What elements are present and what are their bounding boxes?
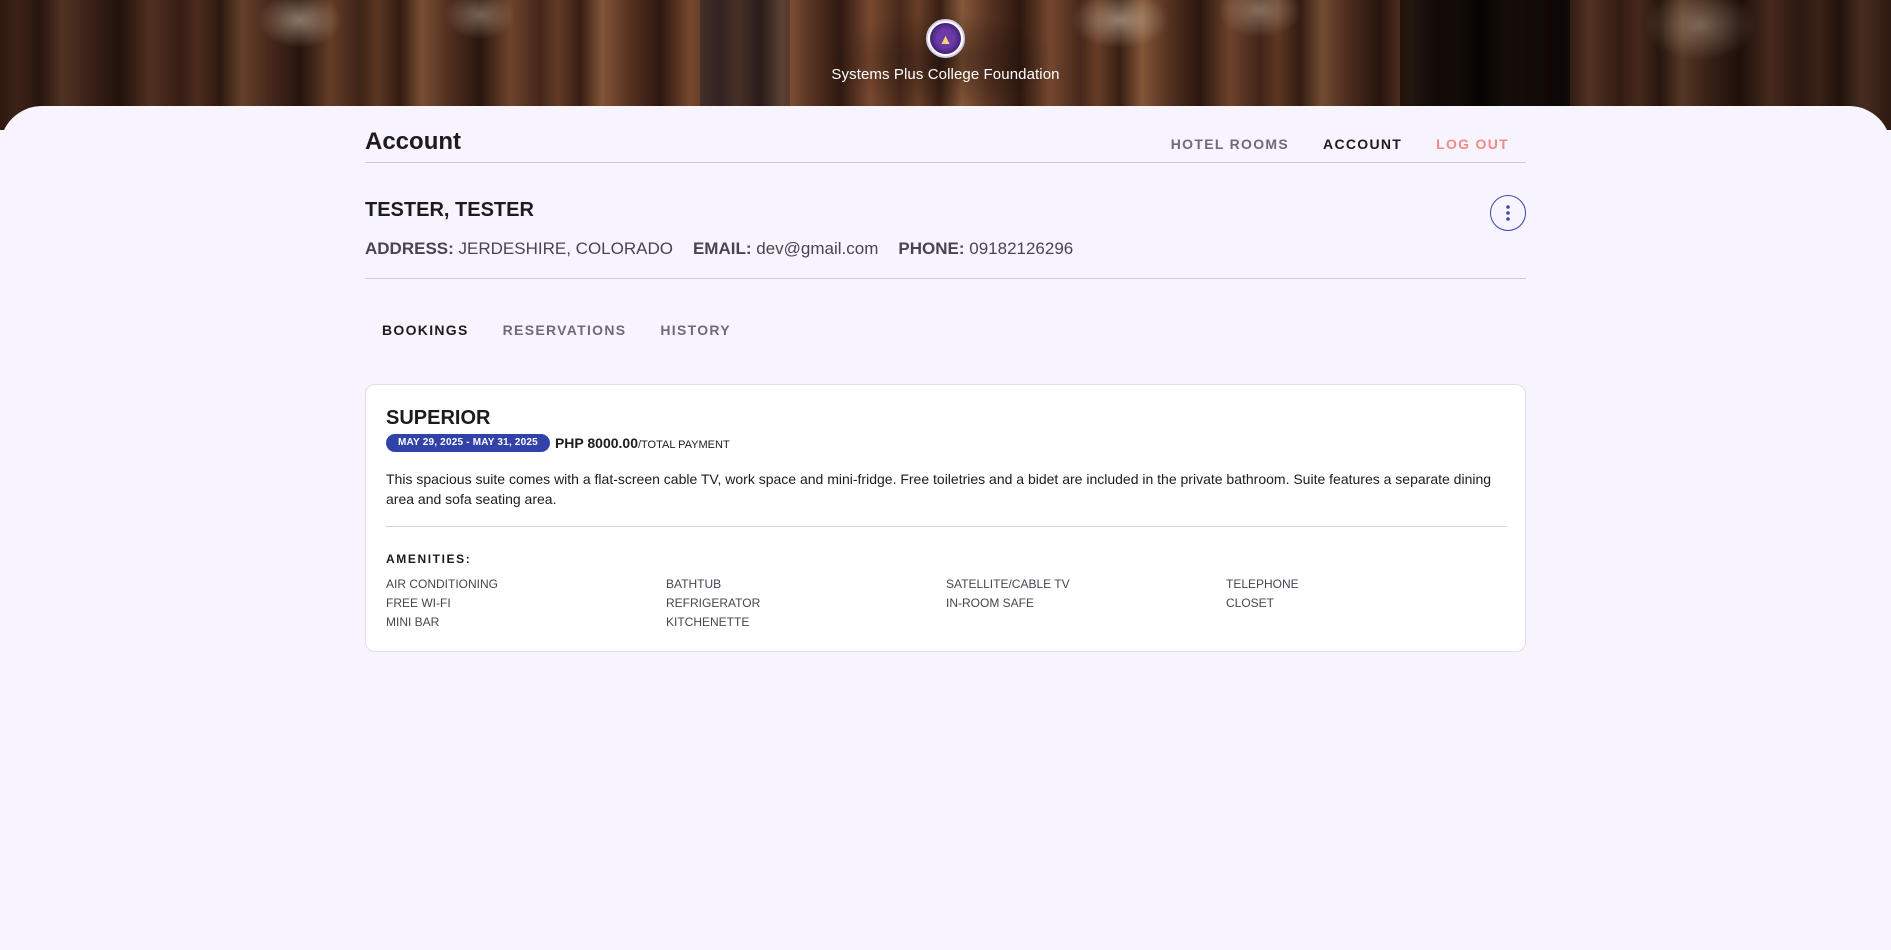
account-menu-button[interactable]: [1490, 195, 1526, 231]
main-sheet: Account HOTEL ROOMS ACCOUNT LOG OUT TEST…: [0, 106, 1891, 950]
amenity-item: AIR CONDITIONING: [386, 577, 499, 591]
nav-log-out[interactable]: LOG OUT: [1419, 136, 1526, 152]
email-detail: EMAIL: dev@gmail.com: [693, 239, 878, 259]
more-vert-icon: [1506, 205, 1510, 221]
amenity-item: REFRIGERATOR: [666, 596, 761, 610]
card-divider: [386, 526, 1507, 527]
address-value: JERDESHIRE, COLORADO: [458, 239, 673, 258]
amenity-item: BATHTUB: [666, 577, 722, 591]
top-nav: HOTEL ROOMS ACCOUNT LOG OUT: [1154, 136, 1526, 152]
room-description: This spacious suite comes with a flat-sc…: [386, 471, 1492, 507]
amenities-list: AIR CONDITIONING BATHTUB SATELLITE/CABLE…: [386, 577, 1507, 629]
amenity-item: KITCHENETTE: [666, 615, 750, 629]
college-seal-icon: ▲: [930, 23, 961, 54]
amenity-item: TELEPHONE: [1226, 577, 1299, 591]
room-name: SUPERIOR: [386, 407, 491, 429]
header-divider: [365, 162, 1526, 163]
tab-history[interactable]: HISTORY: [643, 322, 748, 338]
booking-card: SUPERIOR MAY 29, 2025 - MAY 31, 2025 PHP…: [365, 384, 1526, 652]
amenity-item: MINI BAR: [386, 615, 440, 629]
org-name: Systems Plus College Foundation: [831, 66, 1060, 83]
amenity-item: CLOSET: [1226, 596, 1275, 610]
user-divider: [365, 278, 1526, 279]
content-container: Account HOTEL ROOMS ACCOUNT LOG OUT TEST…: [365, 106, 1526, 950]
address-label: ADDRESS:: [365, 239, 454, 258]
amenity-item: FREE WI-FI: [386, 596, 451, 610]
amenity-item: SATELLITE/CABLE TV: [946, 577, 1070, 591]
amenity-item: IN-ROOM SAFE: [946, 596, 1035, 610]
tab-reservations[interactable]: RESERVATIONS: [486, 322, 644, 338]
email-label: EMAIL:: [692, 239, 752, 258]
total-price: PHP 8000.00: [554, 435, 638, 451]
email-value: dev@gmail.com: [756, 239, 879, 258]
phone-label: PHONE:: [898, 239, 965, 258]
user-details: ADDRESS: JERDESHIRE, COLORADO EMAIL: dev…: [365, 239, 1093, 259]
user-name: TESTER, TESTER: [365, 199, 534, 221]
date-range-badge: MAY 29, 2025 - MAY 31, 2025: [386, 434, 550, 452]
page-title: Account: [365, 128, 461, 155]
nav-account[interactable]: ACCOUNT: [1306, 136, 1419, 152]
price-unit: /TOTAL PAYMENT: [637, 438, 730, 451]
phone-detail: PHONE: 09182126296: [898, 239, 1073, 259]
phone-value: 09182126296: [969, 239, 1074, 258]
amenities-title: AMENITIES:: [386, 552, 472, 566]
price-row: MAY 29, 2025 - MAY 31, 2025 PHP 8000.00 …: [386, 434, 730, 452]
account-tabs: BOOKINGS RESERVATIONS HISTORY: [365, 322, 748, 338]
college-logo: ▲: [926, 19, 965, 58]
nav-hotel-rooms[interactable]: HOTEL ROOMS: [1154, 136, 1306, 152]
address-detail: ADDRESS: JERDESHIRE, COLORADO: [365, 239, 673, 259]
tab-bookings[interactable]: BOOKINGS: [365, 322, 486, 338]
